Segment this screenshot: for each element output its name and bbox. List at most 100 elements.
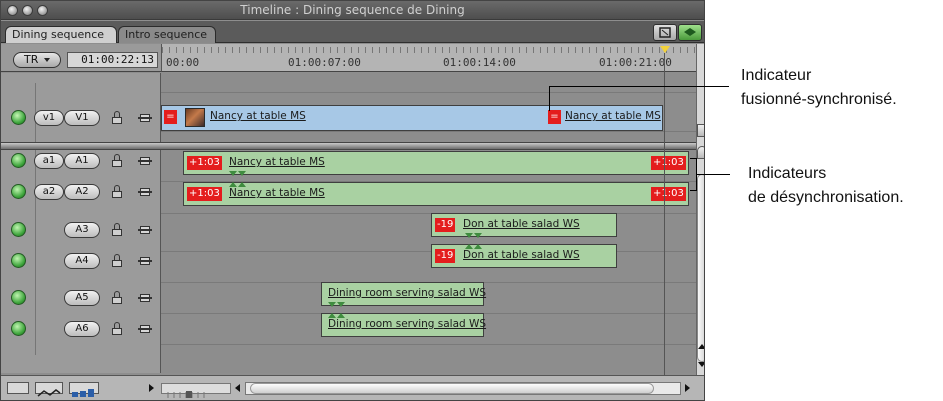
- stereo-pair-icon: [328, 302, 336, 307]
- lock-icon[interactable]: [112, 322, 122, 336]
- audio-clip-a6[interactable]: Dining room serving salad WS: [321, 313, 487, 337]
- target-icon[interactable]: [138, 154, 152, 168]
- stereo-pair-icon: [229, 171, 237, 176]
- speaker-icon[interactable]: [11, 153, 26, 168]
- callout-desync-line2: de désynchronisation.: [748, 189, 904, 206]
- audio-clip-a3[interactable]: -19 Don at table salad WS: [431, 213, 617, 238]
- callout-desync: Indicateurs de désynchronisation.: [748, 162, 904, 210]
- lock-icon[interactable]: [112, 254, 122, 268]
- video-audio-separator[interactable]: [1, 142, 704, 150]
- timeline-window: Timeline : Dining sequence de Dining Din…: [0, 0, 705, 401]
- target-icon[interactable]: [138, 254, 152, 268]
- source-patch-a2[interactable]: a2: [34, 184, 64, 200]
- target-icon[interactable]: [138, 223, 152, 237]
- callout-merged-line1: Indicateur: [741, 67, 812, 84]
- title-bar: Timeline : Dining sequence de Dining: [1, 1, 704, 20]
- dest-patch-v1[interactable]: V1: [64, 110, 100, 126]
- window-title: Timeline : Dining sequence de Dining: [240, 3, 465, 17]
- audio-clip-a1[interactable]: +1:03 Nancy at table MS +1:03: [183, 151, 689, 176]
- lock-icon[interactable]: [112, 111, 122, 125]
- track-height-icon[interactable]: [69, 382, 99, 397]
- chevron-right-icon[interactable]: [149, 384, 154, 392]
- chevron-down-icon: [44, 58, 50, 62]
- speaker-icon[interactable]: [11, 321, 26, 336]
- horizontal-scroll-thumb[interactable]: [250, 383, 654, 394]
- speaker-icon[interactable]: [11, 222, 26, 237]
- audio-clip-a2[interactable]: +1:03 Nancy at table MS +1:03: [183, 182, 689, 206]
- rt-popup-menu[interactable]: TR: [13, 52, 61, 68]
- clip-name: Dining room serving salad WS: [328, 287, 487, 299]
- vertical-scrollbar[interactable]: [696, 44, 704, 375]
- rt-popup-label: TR: [24, 53, 39, 66]
- playhead-handle[interactable]: [660, 46, 670, 53]
- clip-overlays-icon[interactable]: [35, 382, 63, 397]
- zoom-slider[interactable]: [161, 383, 231, 398]
- lock-icon[interactable]: [112, 185, 122, 199]
- clip-name: Nancy at table MS: [229, 156, 325, 168]
- tab-intro-sequence[interactable]: Intro sequence: [118, 26, 216, 43]
- snapping-button[interactable]: [678, 24, 702, 41]
- scroll-up-arrow-icon[interactable]: [698, 344, 704, 349]
- scroll-left-arrow-icon[interactable]: [235, 384, 240, 392]
- target-icon[interactable]: [138, 322, 152, 336]
- linking-button[interactable]: [653, 24, 677, 41]
- stereo-pair-icon: [474, 233, 482, 238]
- callout-line: [549, 86, 729, 87]
- lock-icon[interactable]: [112, 154, 122, 168]
- lock-icon[interactable]: [112, 291, 122, 305]
- ruler-label-7s: 01:00:07:00: [288, 56, 361, 69]
- audio-clip-a5[interactable]: Dining room serving salad WS: [321, 282, 487, 307]
- out-of-sync-indicator: +1:03: [187, 156, 222, 170]
- out-of-sync-indicator: -19: [435, 249, 456, 263]
- callout-merged-sync: Indicateur fusionné-synchronisé.: [741, 64, 897, 112]
- vertical-scroll-thumb[interactable]: [697, 174, 704, 362]
- time-ruler[interactable]: 00:00 01:00:07:00 01:00:14:00 01:00:21:0…: [161, 44, 697, 72]
- dest-patch-a2[interactable]: A2: [64, 184, 100, 200]
- video-clip-v1[interactable]: = Nancy at table MS = Nancy at table MS: [161, 105, 663, 131]
- scroll-right-arrow-icon[interactable]: [685, 384, 690, 392]
- target-icon[interactable]: [138, 111, 152, 125]
- ruler-label-14s: 01:00:14:00: [443, 56, 516, 69]
- scroll-down-arrow-icon[interactable]: [698, 362, 704, 367]
- out-of-sync-indicator: -19: [435, 218, 456, 232]
- dest-patch-a5[interactable]: A5: [64, 290, 100, 306]
- callout-merged-line2: fusionné-synchronisé.: [741, 91, 897, 108]
- clip-name: Dining room serving salad WS: [328, 318, 487, 330]
- clip-name: Nancy at table MS: [229, 187, 325, 199]
- source-patch-v1[interactable]: v1: [34, 110, 64, 126]
- callout-line: [697, 174, 730, 175]
- video-track-height-knob[interactable]: [697, 124, 704, 137]
- stereo-pair-icon: [465, 233, 473, 238]
- ruler-label-start: 00:00: [166, 56, 200, 69]
- current-timecode-field[interactable]: 01:00:22:13: [67, 52, 158, 68]
- speaker-icon[interactable]: [11, 184, 26, 199]
- source-patch-a1[interactable]: a1: [34, 153, 64, 169]
- audio-track-height-knob[interactable]: [697, 146, 704, 159]
- callout-desync-line1: Indicateurs: [748, 165, 827, 182]
- target-icon[interactable]: [138, 185, 152, 199]
- audio-clip-a4[interactable]: -19 Don at table salad WS: [431, 244, 617, 268]
- ruler-label-21s: 01:00:21:00: [599, 56, 672, 69]
- merged-sync-indicator: =: [548, 110, 561, 124]
- eye-icon[interactable]: [11, 110, 26, 125]
- dest-patch-a4[interactable]: A4: [64, 253, 100, 269]
- playhead-line: [664, 53, 665, 375]
- lock-icon[interactable]: [112, 223, 122, 237]
- clip-name: Nancy at table MS: [565, 110, 661, 122]
- horizontal-scrollbar[interactable]: [245, 382, 681, 395]
- dest-patch-a3[interactable]: A3: [64, 222, 100, 238]
- clip-name: Don at table salad WS: [463, 249, 580, 261]
- ruler-ticks: [162, 47, 697, 53]
- dest-patch-a1[interactable]: A1: [64, 153, 100, 169]
- clip-name: Don at table salad WS: [463, 218, 580, 230]
- tab-dining-sequence[interactable]: Dining sequence: [5, 26, 117, 43]
- dest-patch-a6[interactable]: A6: [64, 321, 100, 337]
- speaker-icon[interactable]: [11, 253, 26, 268]
- target-icon[interactable]: [138, 291, 152, 305]
- stereo-pair-icon: [238, 171, 246, 176]
- speaker-icon[interactable]: [11, 290, 26, 305]
- audio-controls-toggle-icon[interactable]: [7, 382, 29, 394]
- callout-line: [549, 86, 550, 111]
- stereo-pair-icon: [337, 302, 345, 307]
- snap-icon: [684, 28, 696, 36]
